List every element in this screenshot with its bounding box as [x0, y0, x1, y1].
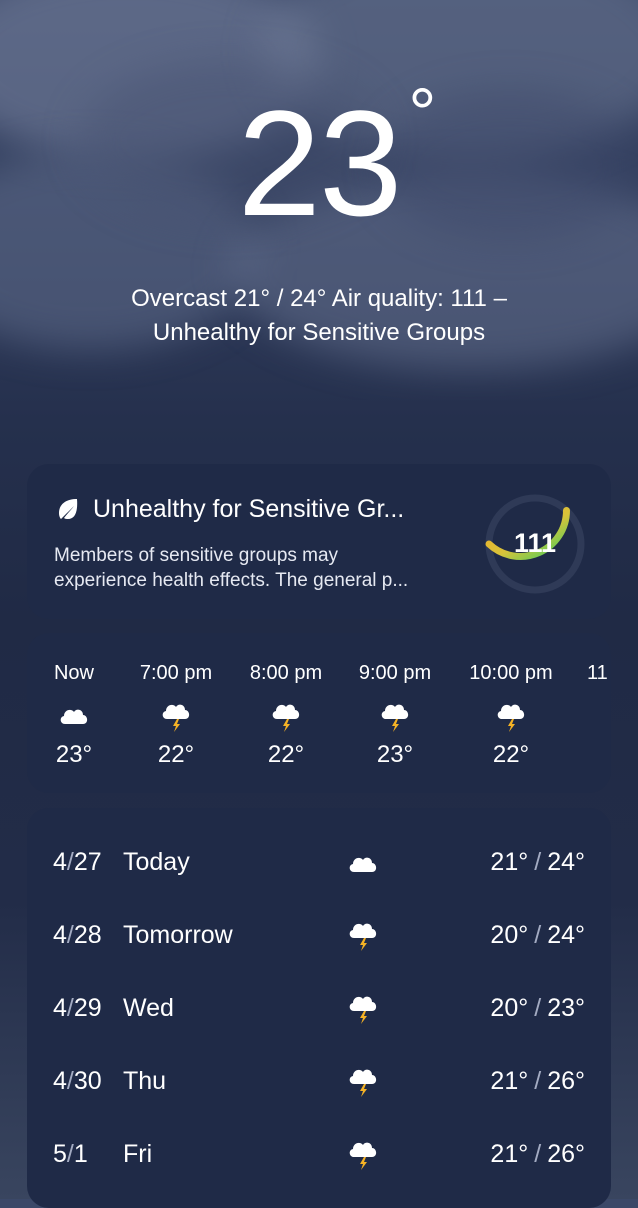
daily-row[interactable]: 4/27 Today 21°/24° — [27, 841, 611, 881]
air-quality-description: Members of sensitive groups may experien… — [54, 543, 474, 593]
air-quality-title: Unhealthy for Sensitive Gr... — [93, 495, 405, 523]
day-low: 21° — [490, 848, 529, 876]
air-quality-desc-line-2: experience health effects. The general p… — [54, 570, 409, 591]
day-of-month: 28 — [73, 921, 102, 949]
day-month: 4 — [53, 921, 67, 949]
day-date: 4/29 — [53, 993, 102, 1023]
date-separator: / — [66, 921, 74, 949]
degree-symbol: ° — [408, 74, 436, 152]
temp-separator: / — [534, 1067, 542, 1095]
thunderstorm-icon — [345, 1135, 381, 1171]
day-date: 4/27 — [53, 847, 102, 877]
temp-separator: / — [534, 848, 542, 876]
hour-temperature: 22° — [492, 741, 530, 768]
day-name: Thu — [123, 1067, 167, 1095]
hour-temperature: 22° — [157, 741, 195, 768]
hour-temperature: 22° — [267, 741, 305, 768]
daily-row[interactable]: 5/1 Fri 21°/26° — [27, 1133, 611, 1173]
day-low: 21° — [490, 1140, 529, 1168]
day-month: 5 — [53, 1140, 67, 1168]
day-temperature-range: 21°/26° — [490, 1139, 585, 1169]
date-separator: / — [66, 1067, 74, 1095]
day-temperature-range: 20°/24° — [490, 920, 585, 950]
day-month: 4 — [53, 848, 67, 876]
day-name: Wed — [123, 994, 174, 1022]
day-high: 24° — [547, 921, 585, 949]
day-temperature-range: 20°/23° — [490, 993, 585, 1023]
leaf-icon — [59, 499, 78, 519]
day-date: 4/28 — [53, 920, 102, 950]
weather-summary: Overcast 21° / 24° Air quality: 111 – Un… — [40, 282, 598, 350]
hour-time: 11 — [587, 662, 608, 684]
day-of-month: 30 — [73, 1067, 102, 1095]
temp-separator: / — [534, 1140, 542, 1168]
air-quality-value: 111 — [513, 528, 557, 558]
summary-line-1: Overcast 21° / 24° Air quality: 111 – — [131, 285, 507, 312]
day-low: 20° — [490, 994, 529, 1022]
hour-time: 9:00 pm — [358, 662, 432, 684]
day-name: Today — [123, 848, 190, 876]
day-name: Tomorrow — [123, 921, 233, 949]
thunderstorm-icon — [158, 697, 194, 733]
day-high: 26° — [547, 1067, 585, 1095]
day-high: 24° — [547, 848, 585, 876]
day-date: 5/1 — [53, 1139, 88, 1169]
day-month: 4 — [53, 994, 67, 1022]
daily-forecast-card[interactable]: 4/27 Today 21°/24° 4/28 Tomorrow 20°/24°… — [27, 808, 611, 1208]
temp-separator: / — [534, 994, 542, 1022]
day-low: 21° — [490, 1067, 529, 1095]
air-quality-card[interactable]: Unhealthy for Sensitive Gr... Members of… — [27, 464, 611, 619]
thunderstorm-icon — [377, 697, 413, 733]
hour-time: 7:00 pm — [139, 662, 213, 684]
summary-line-2: Unhealthy for Sensitive Groups — [152, 319, 486, 346]
day-of-month: 1 — [73, 1140, 88, 1168]
air-quality-title-row: Unhealthy for Sensitive Gr... — [55, 494, 404, 524]
current-temperature-value: 23 — [237, 79, 403, 247]
day-name: Fri — [123, 1140, 153, 1168]
hour-temperature: 23° — [376, 741, 414, 768]
day-date: 4/30 — [53, 1066, 102, 1096]
daily-row[interactable]: 4/29 Wed 20°/23° — [27, 987, 611, 1027]
current-temperature: 23 ° — [0, 78, 638, 248]
temp-separator: / — [534, 921, 542, 949]
cloud-icon — [56, 697, 92, 733]
date-separator: / — [66, 994, 74, 1022]
day-temperature-range: 21°/26° — [490, 1066, 585, 1096]
daily-row[interactable]: 4/30 Thu 21°/26° — [27, 1060, 611, 1100]
thunderstorm-icon — [345, 1062, 381, 1098]
cloud-icon — [345, 843, 381, 879]
day-month: 4 — [53, 1067, 67, 1095]
thunderstorm-icon — [345, 989, 381, 1025]
date-separator: / — [66, 848, 74, 876]
hour-time: 8:00 pm — [249, 662, 323, 684]
date-separator: / — [66, 1140, 74, 1168]
hourly-forecast-card[interactable]: Now 23° 7:00 pm 22° 8:00 pm 22° 9:00 pm … — [27, 633, 611, 793]
thunderstorm-icon — [268, 697, 304, 733]
thunderstorm-icon — [493, 697, 529, 733]
day-of-month: 27 — [73, 848, 102, 876]
day-of-month: 29 — [73, 994, 102, 1022]
day-high: 26° — [547, 1140, 585, 1168]
daily-row[interactable]: 4/28 Tomorrow 20°/24° — [27, 914, 611, 954]
thunderstorm-icon — [345, 916, 381, 952]
day-low: 20° — [490, 921, 529, 949]
day-high: 23° — [547, 994, 585, 1022]
air-quality-desc-line-1: Members of sensitive groups may — [54, 545, 339, 566]
day-temperature-range: 21°/24° — [490, 847, 585, 877]
hour-time: 10:00 pm — [469, 662, 553, 684]
